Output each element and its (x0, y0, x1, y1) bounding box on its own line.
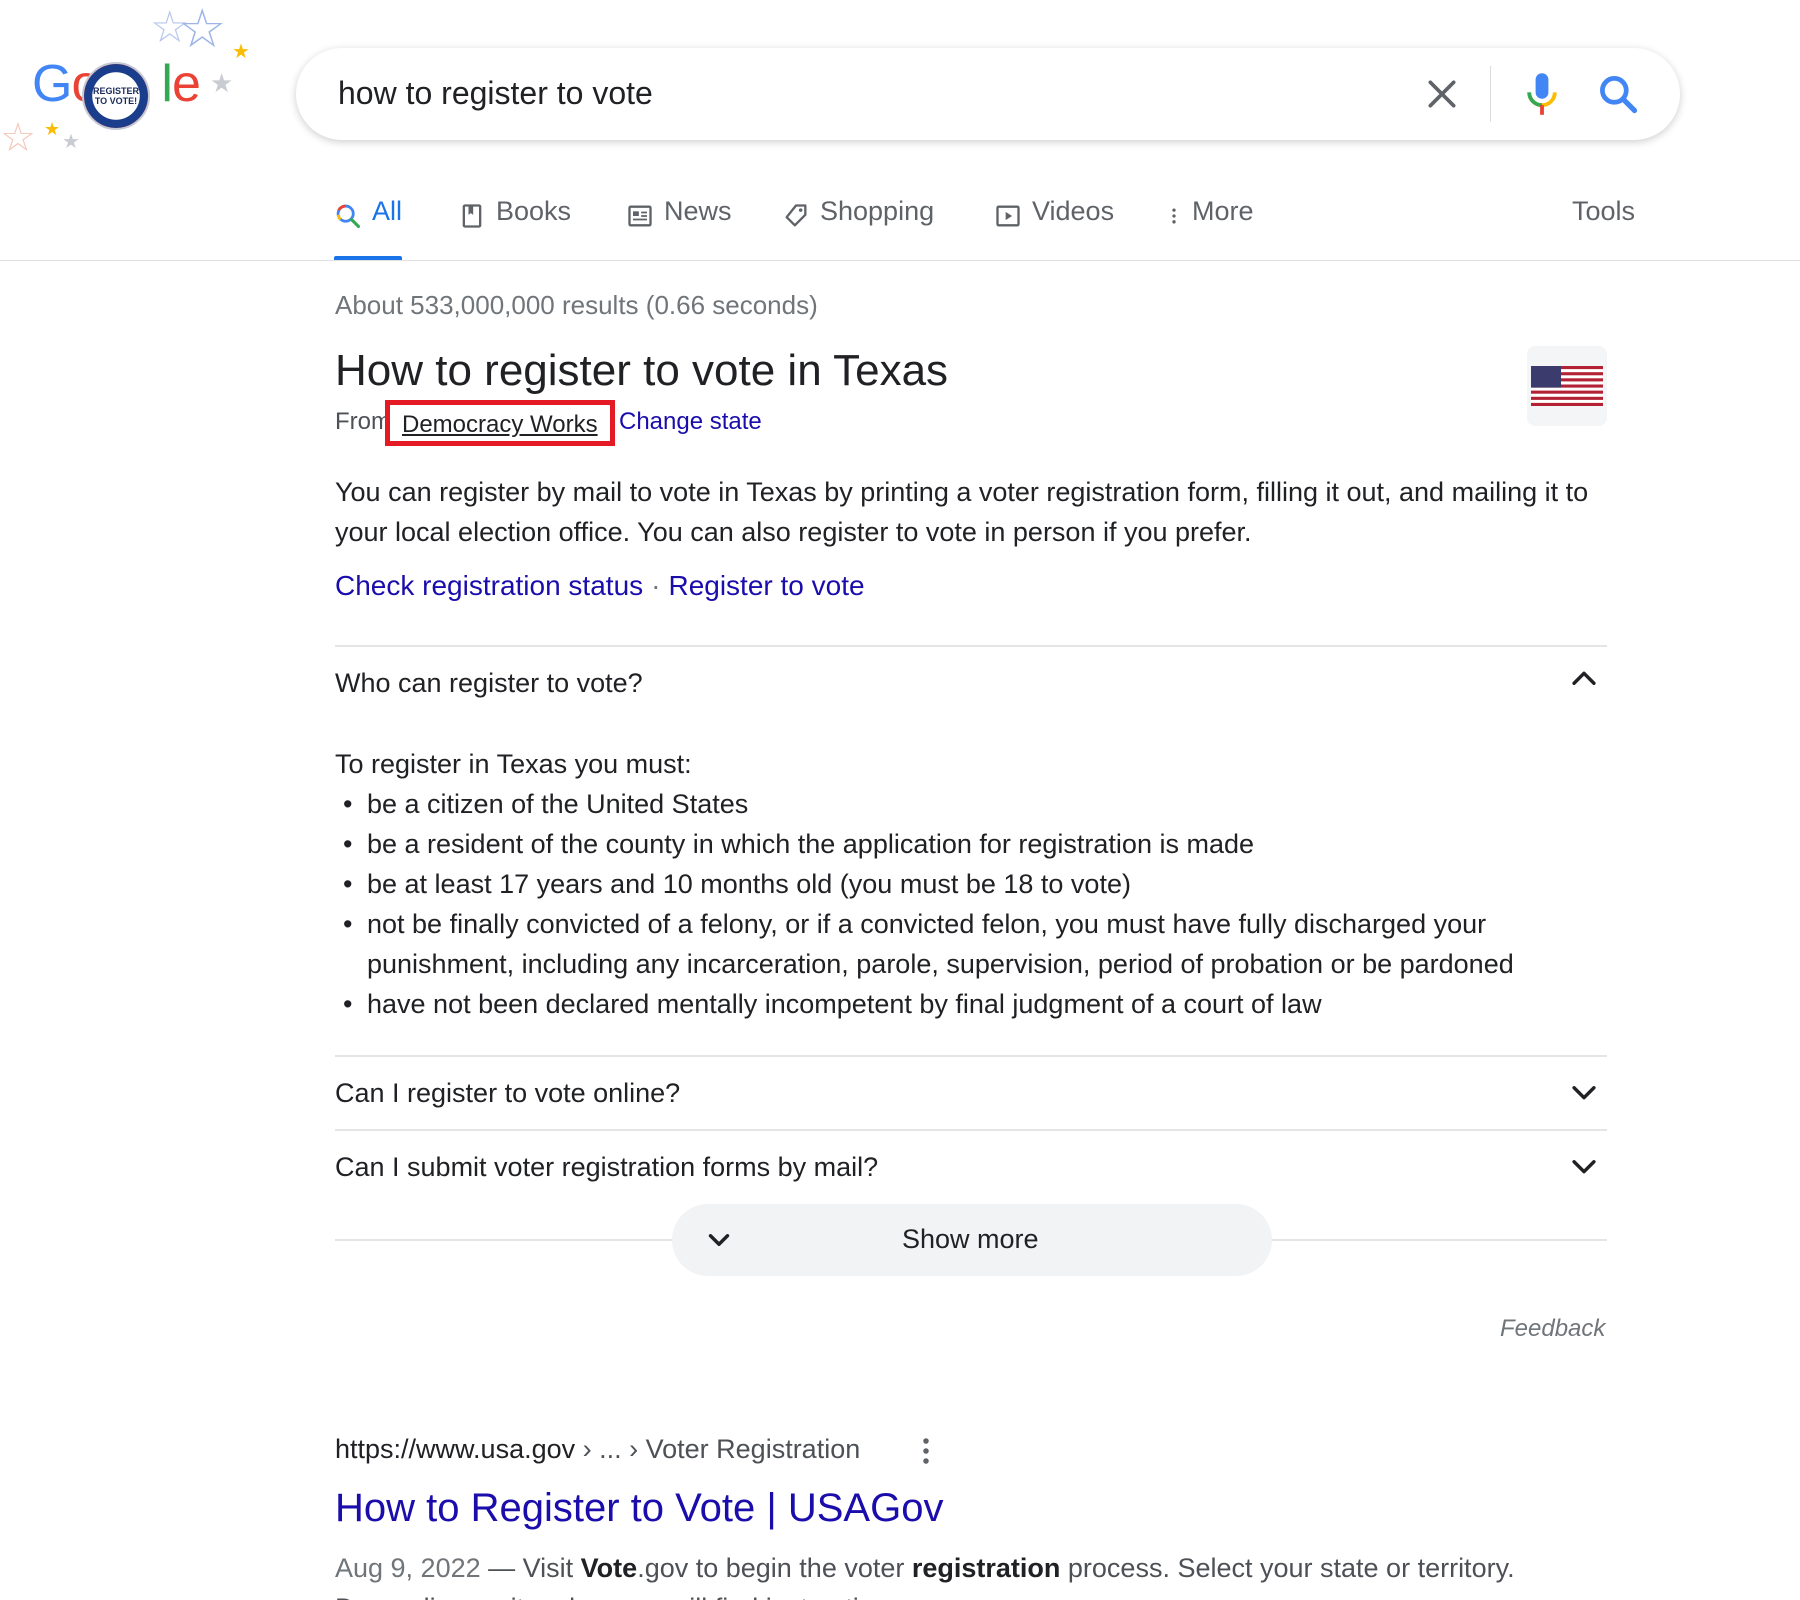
accordion-question[interactable]: Who can register to vote? (335, 668, 643, 699)
show-more-label: Show more (902, 1224, 1039, 1254)
tab-label: Books (496, 196, 572, 226)
accordion-question[interactable]: Can I register to vote online? (335, 1078, 680, 1109)
search-tabs: All Books News Shopping Videos More Tool… (334, 196, 1654, 260)
microphone-icon[interactable] (1522, 70, 1562, 118)
book-icon (462, 204, 482, 228)
search-icon[interactable] (1596, 72, 1640, 116)
tab-label: All (372, 196, 403, 226)
register-to-vote-badge: REGISTER TO VOTE! (82, 62, 150, 130)
check-registration-status-link[interactable]: Check registration status (335, 570, 643, 601)
source-from-label: From (335, 408, 391, 435)
tab-all[interactable]: All (334, 196, 403, 260)
star-decoration-icon: ☆ (178, 0, 227, 59)
list-item: not be finally convicted of a felony, or… (335, 904, 1607, 984)
chevron-down-icon (708, 1234, 730, 1246)
play-icon (996, 205, 1020, 227)
register-to-vote-link[interactable]: Register to vote (668, 570, 864, 601)
list-item: have not been declared mentally incompet… (335, 984, 1607, 1024)
star-decoration-icon: ☆ (0, 116, 36, 160)
tab-shopping[interactable]: Shopping (782, 196, 934, 260)
list-item: be at least 17 years and 10 months old (… (335, 864, 1607, 904)
tab-label: More (1192, 196, 1254, 226)
answer-intro: To register in Texas you must: (335, 749, 692, 779)
tab-more[interactable]: More (1164, 196, 1254, 260)
tab-label: Shopping (820, 196, 935, 226)
tools-button[interactable]: Tools (1572, 196, 1635, 260)
us-flag-icon (1531, 366, 1603, 406)
result-title-link[interactable]: How to Register to Vote | USAGov (335, 1486, 943, 1531)
search-input[interactable]: how to register to vote (338, 75, 653, 112)
result-cite[interactable]: https://www.usa.gov › ... › Voter Regist… (335, 1434, 860, 1465)
show-more-button[interactable]: Show more (672, 1204, 1272, 1276)
result-snippet: Aug 9, 2022 — Visit Vote.gov to begin th… (335, 1548, 1607, 1600)
result-stats: About 533,000,000 results (0.66 seconds) (335, 290, 818, 320)
star-decoration-icon: ★ (44, 119, 61, 139)
tab-news[interactable]: News (626, 196, 732, 260)
search-box[interactable]: how to register to vote (296, 48, 1680, 140)
requirements-list: be a citizen of the United States be a r… (335, 784, 1607, 1024)
close-icon[interactable] (1422, 74, 1462, 114)
tabs-divider (0, 260, 1800, 261)
more-vert-icon[interactable] (913, 1436, 939, 1466)
search-icon (336, 204, 361, 229)
tab-books[interactable]: Books (458, 196, 571, 260)
tab-videos[interactable]: Videos (994, 196, 1114, 260)
result-breadcrumb: › ... › Voter Registration (575, 1434, 861, 1464)
link-separator: · (651, 570, 661, 601)
snippet-bold: Vote (580, 1553, 638, 1583)
search-divider (1490, 66, 1491, 122)
star-decoration-icon: ★ (232, 41, 250, 63)
result-url: https://www.usa.gov (335, 1434, 576, 1464)
list-item: be a resident of the county in which the… (335, 824, 1607, 864)
star-decoration-icon: ★ (210, 68, 234, 98)
accordion-question[interactable]: Can I submit voter registration forms by… (335, 1152, 878, 1183)
chevron-down-icon[interactable] (1567, 1149, 1601, 1183)
accordion-divider (335, 1129, 1607, 1131)
knowledge-panel-description: You can register by mail to vote in Texa… (335, 477, 1589, 547)
list-item: be a citizen of the United States (335, 784, 1607, 824)
accordion-answer: To register in Texas you must: be a citi… (335, 744, 1607, 1024)
feedback-link[interactable]: Feedback (1500, 1315, 1605, 1343)
more-vert-icon (1172, 208, 1176, 224)
result-date: Aug 9, 2022 (335, 1553, 481, 1583)
chevron-down-icon[interactable] (1567, 1075, 1601, 1109)
tab-label: Videos (1032, 196, 1115, 226)
newspaper-icon (628, 205, 652, 227)
accordion-divider (335, 645, 1607, 647)
tools-label: Tools (1572, 196, 1636, 226)
change-state-link[interactable]: Change state (619, 408, 762, 436)
snippet-text: .gov to begin the voter (637, 1553, 912, 1583)
google-doodle-logo[interactable]: ☆ ☆ ★ ★ ☆ ★ ★ Gole REGISTER TO VOTE! (0, 0, 260, 170)
knowledge-panel-links: Check registration status · Register to vo… (335, 570, 865, 602)
source-link-democracy-works[interactable]: Democracy Works (385, 400, 615, 446)
us-flag-image (1527, 346, 1607, 426)
tab-label: News (664, 196, 732, 226)
tag-icon (785, 204, 807, 227)
accordion-divider (335, 1055, 1607, 1057)
knowledge-panel-title: How to register to vote in Texas (335, 346, 949, 395)
snippet-bold: registration (911, 1553, 1061, 1583)
star-decoration-icon: ★ (62, 131, 80, 153)
chevron-up-icon[interactable] (1567, 662, 1601, 696)
snippet-text: — Visit (480, 1553, 581, 1583)
